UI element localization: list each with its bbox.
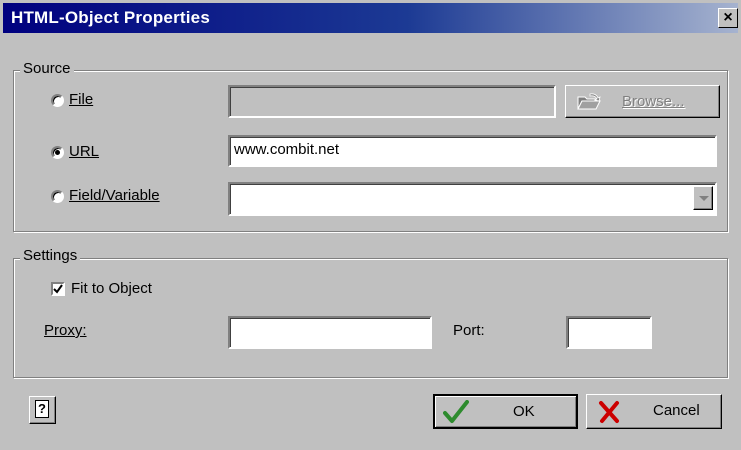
url-input[interactable]: www.combit.net xyxy=(228,135,717,167)
source-legend: Source xyxy=(20,60,74,77)
file-path-input xyxy=(228,85,556,118)
cancel-label: Cancel xyxy=(653,402,700,419)
proxy-input[interactable] xyxy=(228,316,432,349)
port-input[interactable] xyxy=(566,316,652,349)
field-variable-radio[interactable] xyxy=(51,190,64,203)
close-button[interactable]: × xyxy=(718,8,738,28)
checkmark-icon xyxy=(53,284,63,294)
proxy-label: Proxy: xyxy=(44,322,87,339)
fit-to-object-label[interactable]: Fit to Object xyxy=(71,280,152,297)
file-label[interactable]: File xyxy=(69,91,93,108)
ok-button[interactable]: OK xyxy=(433,394,578,429)
url-value: www.combit.net xyxy=(234,141,340,158)
close-icon: × xyxy=(723,9,733,26)
html-object-properties-dialog: HTML-Object Properties × Source File Bro… xyxy=(0,0,741,450)
open-folder-icon xyxy=(577,93,601,110)
cancel-button[interactable]: Cancel xyxy=(586,394,722,429)
browse-label: Browse... xyxy=(622,93,685,110)
checkmark-icon xyxy=(443,400,469,423)
browse-button: Browse... xyxy=(565,85,720,118)
dialog-title: HTML-Object Properties xyxy=(11,8,210,27)
field-variable-label[interactable]: Field/Variable xyxy=(69,187,160,204)
help-button[interactable]: ? xyxy=(29,396,56,424)
cancel-x-icon xyxy=(599,401,619,423)
fit-to-object-checkbox[interactable] xyxy=(51,282,65,296)
ok-label: OK xyxy=(513,403,535,420)
settings-legend: Settings xyxy=(20,247,81,264)
chevron-down-icon[interactable] xyxy=(693,186,713,210)
title-bar[interactable]: HTML-Object Properties × xyxy=(3,3,738,33)
url-label[interactable]: URL xyxy=(69,143,99,160)
port-label: Port: xyxy=(453,322,485,339)
help-icon: ? xyxy=(35,400,49,418)
url-radio[interactable] xyxy=(51,146,64,159)
field-variable-combobox[interactable] xyxy=(228,182,717,216)
file-radio[interactable] xyxy=(51,94,64,107)
